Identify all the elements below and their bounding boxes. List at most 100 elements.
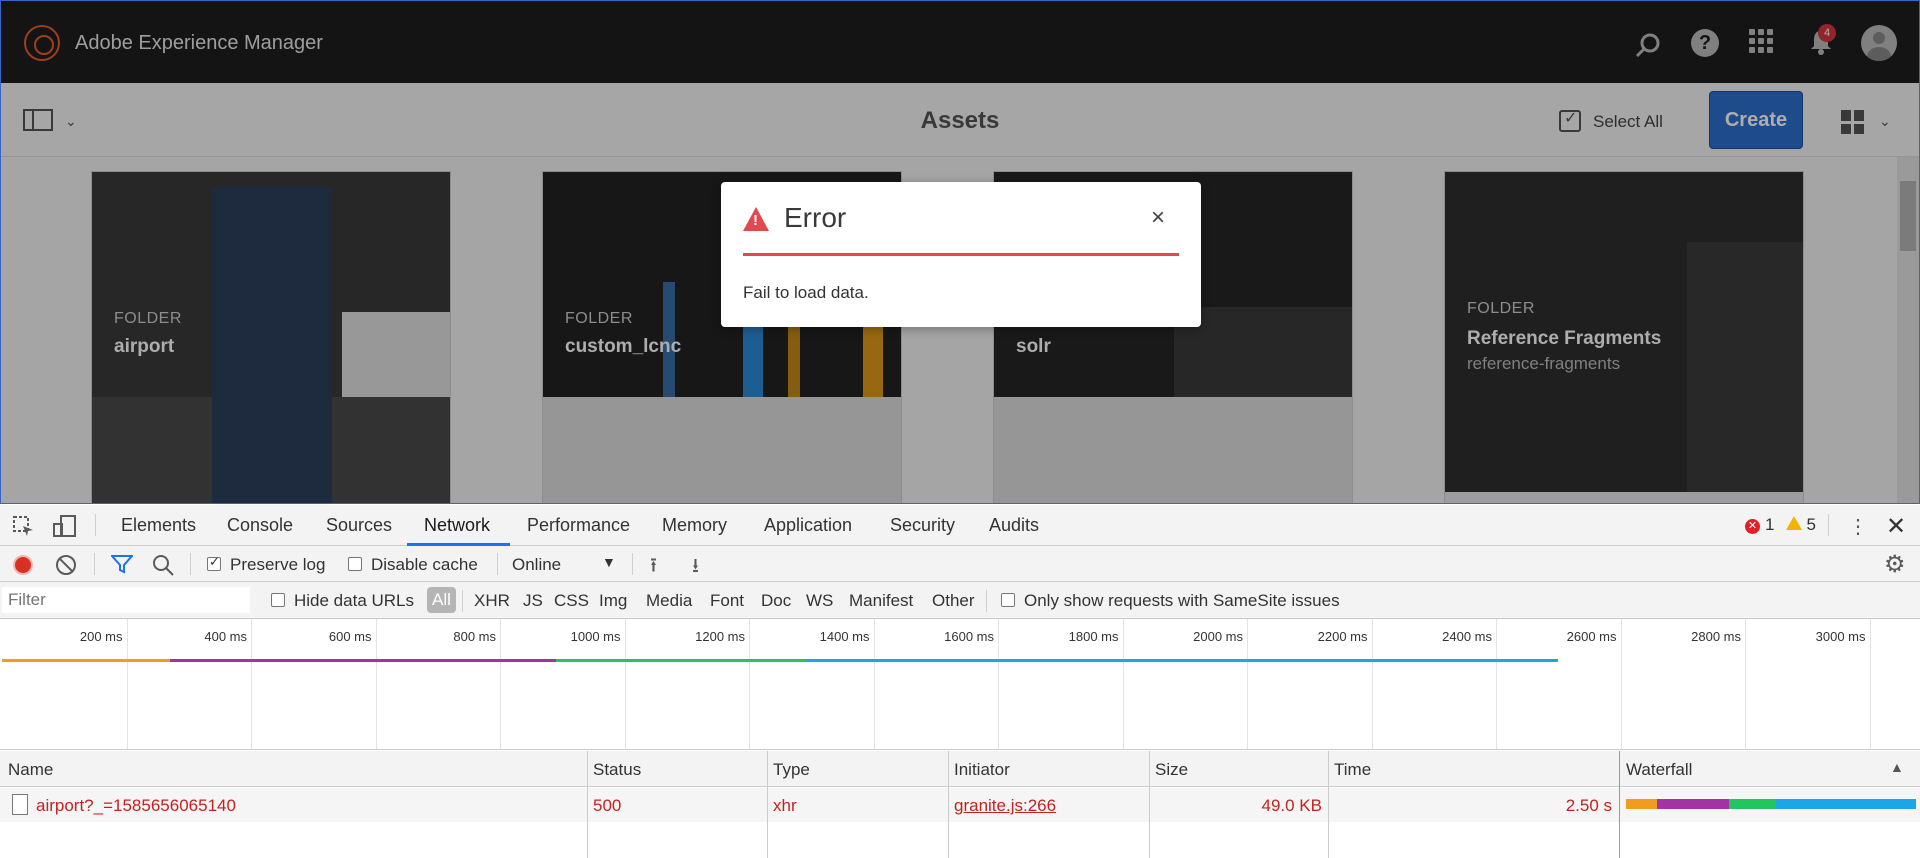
timeline-tick-label: 3000 ms <box>1815 629 1866 644</box>
column-size[interactable]: Size <box>1155 760 1188 780</box>
export-har-icon[interactable]: ⭳ <box>692 551 699 585</box>
column-initiator[interactable]: Initiator <box>954 760 1010 780</box>
waterfall-segment-queueing <box>1626 799 1658 809</box>
timeline-gridline <box>1496 619 1497 749</box>
cell-status: 500 <box>593 796 622 815</box>
network-toolbar: Preserve log Disable cache Online ▼ ⭱ ⭳ … <box>0 546 1920 582</box>
close-devtools-icon[interactable]: ✕ <box>1886 512 1906 541</box>
column-name[interactable]: Name <box>8 760 53 780</box>
devtools-panel: Elements Console Sources Network Perform… <box>0 505 1920 858</box>
tab-performance[interactable]: Performance <box>527 515 630 536</box>
timeline-gridline <box>1247 619 1248 749</box>
filter-icon[interactable] <box>111 554 133 574</box>
timeline-gridline <box>1745 619 1746 749</box>
record-icon[interactable] <box>13 555 33 575</box>
dialog-message: Fail to load data. <box>743 283 869 302</box>
tab-security[interactable]: Security <box>890 515 955 536</box>
dropdown-arrow-icon[interactable]: ▼ <box>602 554 616 570</box>
type-filter-xhr[interactable]: XHR <box>474 591 510 611</box>
preserve-log-checkbox[interactable]: Preserve log <box>207 554 326 575</box>
search-icon[interactable] <box>152 554 174 576</box>
inspect-element-icon[interactable] <box>13 516 35 538</box>
checkbox-icon <box>348 557 362 571</box>
disable-cache-label: Disable cache <box>371 555 478 574</box>
error-count: 1 <box>1765 515 1775 534</box>
timeline-gridline <box>624 619 626 749</box>
timeline-tick-label: 2600 ms <box>1566 629 1617 644</box>
timeline-phase-download <box>805 659 1559 662</box>
filter-input[interactable] <box>2 587 250 613</box>
timeline-gridline <box>1620 619 1622 749</box>
network-overview-timeline[interactable]: 200 ms 400 ms 600 ms 800 ms 1000 ms 1200 ms 14… <box>0 619 1920 750</box>
issue-counter[interactable]: ✕ 1 5 <box>1745 515 1816 535</box>
timeline-gridline <box>500 619 501 749</box>
tab-elements[interactable]: Elements <box>121 515 196 536</box>
type-filter-doc[interactable]: Doc <box>761 591 791 611</box>
tab-application[interactable]: Application <box>764 515 852 536</box>
sort-ascending-icon[interactable]: ▲ <box>1890 759 1904 775</box>
cell-initiator-link[interactable]: granite.js:266 <box>954 796 1056 816</box>
network-grid-header: Name Status Type Initiator Size Time Wat… <box>0 751 1920 787</box>
type-filter-js[interactable]: JS <box>523 591 543 611</box>
device-toolbar-icon[interactable] <box>53 515 77 537</box>
type-filter-ws[interactable]: WS <box>806 591 833 611</box>
more-options-icon[interactable]: ⋮ <box>1848 514 1868 539</box>
tab-audits[interactable]: Audits <box>989 515 1039 536</box>
type-filter-other[interactable]: Other <box>932 591 975 611</box>
column-time[interactable]: Time <box>1334 760 1371 780</box>
clear-icon[interactable] <box>56 555 76 575</box>
timeline-gridline <box>998 619 999 749</box>
timeline-tick-label: 400 ms <box>204 629 247 644</box>
dialog-divider <box>743 253 1179 256</box>
cell-name[interactable]: airport?_=1585656065140 <box>36 796 236 816</box>
timeline-gridline <box>126 619 128 749</box>
table-row[interactable]: airport?_=1585656065140 500 xhr granite.… <box>0 788 1920 822</box>
timeline-tick-label: 1400 ms <box>819 629 870 644</box>
tab-network[interactable]: Network <box>424 515 490 536</box>
type-filter-font[interactable]: Font <box>710 591 744 611</box>
tab-sources[interactable]: Sources <box>326 515 392 536</box>
error-icon: ✕ <box>1745 519 1760 534</box>
timeline-gridline <box>251 619 252 749</box>
tab-console[interactable]: Console <box>227 515 293 536</box>
alert-icon <box>743 207 769 231</box>
preserve-log-label: Preserve log <box>230 555 326 574</box>
tab-memory[interactable]: Memory <box>662 515 727 536</box>
column-waterfall[interactable]: Waterfall <box>1626 760 1692 780</box>
devtools-tab-bar: Elements Console Sources Network Perform… <box>0 505 1920 546</box>
cell-time: 2.50 s <box>1565 796 1612 815</box>
type-filter-manifest[interactable]: Manifest <box>849 591 913 611</box>
timeline-tick-label: 1800 ms <box>1068 629 1119 644</box>
throttling-select[interactable]: Online <box>512 555 561 575</box>
close-icon[interactable]: × <box>1151 204 1165 232</box>
waterfall-segment-download <box>1775 799 1916 809</box>
type-filter-css[interactable]: CSS <box>554 591 589 611</box>
type-filter-img[interactable]: Img <box>599 591 627 611</box>
type-filter-all[interactable]: All <box>427 587 456 613</box>
timeline-gridline <box>1869 619 1871 749</box>
column-status[interactable]: Status <box>593 760 641 780</box>
error-dialog: Error × Fail to load data. <box>721 182 1201 327</box>
hide-data-urls-checkbox[interactable]: Hide data URLs <box>271 591 414 611</box>
checkbox-icon <box>1001 593 1015 607</box>
import-har-icon[interactable]: ⭱ <box>650 551 657 585</box>
hide-data-urls-label: Hide data URLs <box>294 591 415 610</box>
gear-icon[interactable]: ⚙ <box>1884 550 1906 579</box>
file-icon <box>12 794 28 815</box>
type-filter-media[interactable]: Media <box>646 591 692 611</box>
disable-cache-checkbox[interactable]: Disable cache <box>348 555 478 575</box>
timeline-tick-label: 2400 ms <box>1442 629 1492 644</box>
column-type[interactable]: Type <box>773 760 810 780</box>
waterfall-segment-content <box>1729 799 1776 809</box>
timeline-tick-label: 1200 ms <box>695 629 745 644</box>
timeline-phase-queueing <box>2 659 171 662</box>
timeline-gridline <box>873 619 875 749</box>
timeline-gridline <box>1122 619 1124 749</box>
samesite-checkbox[interactable]: Only show requests with SameSite issues <box>1001 591 1340 611</box>
timeline-phase-content <box>556 659 806 662</box>
aem-window: Adobe Experience Manager ? 4 ⌄ Assets Se… <box>0 0 1920 504</box>
timeline-tick-label: 2200 ms <box>1317 629 1368 644</box>
timeline-tick-label: 2000 ms <box>1193 629 1243 644</box>
timeline-tick-label: 2800 ms <box>1691 629 1741 644</box>
timeline-tick-label: 1000 ms <box>570 629 621 644</box>
